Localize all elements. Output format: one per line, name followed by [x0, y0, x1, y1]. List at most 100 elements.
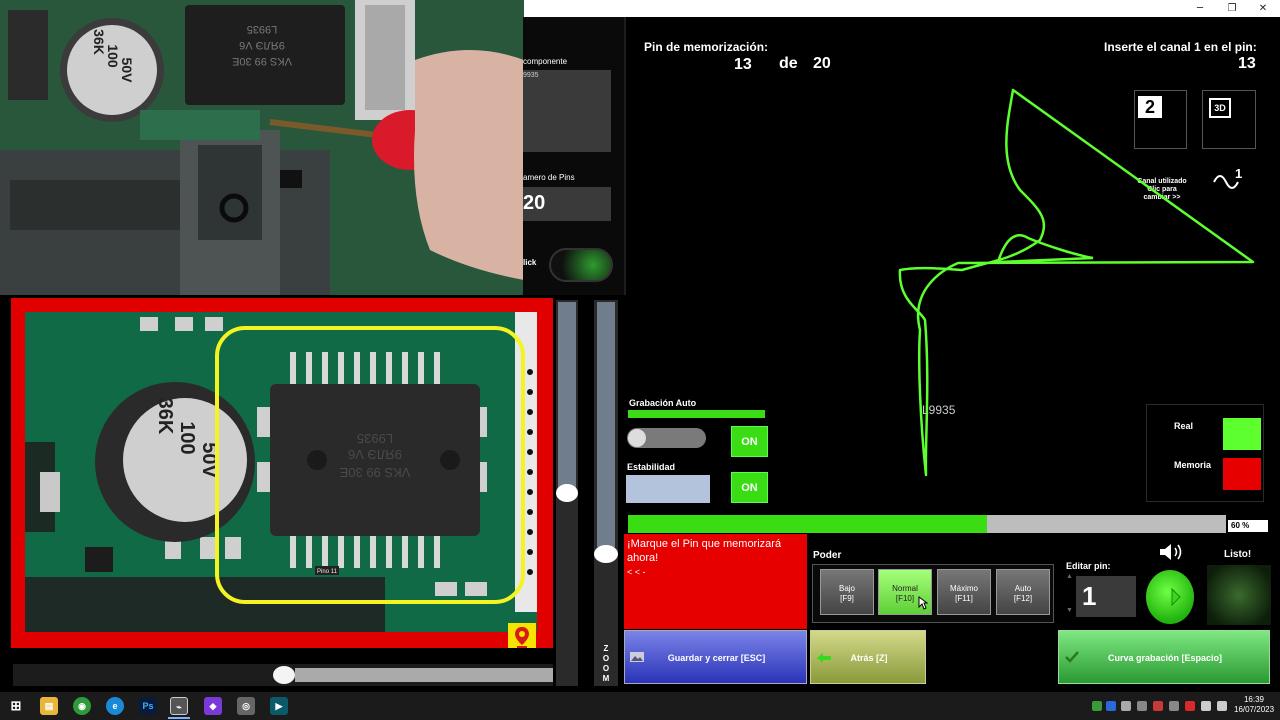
poder-auto-button[interactable]: Auto [F12]	[996, 569, 1050, 615]
insert-pin: 13	[1238, 55, 1256, 72]
poder-bajo-key: [F9]	[840, 594, 854, 603]
real-curve-loop	[996, 234, 1094, 264]
edit-pin-down-icon[interactable]: ▼	[1066, 607, 1074, 615]
legend-real-swatch	[1223, 418, 1261, 450]
app-root: ─ ❐ ✕ 50V 100 36K VKS 99 30E 9ЯЛЭ V6 L99…	[0, 0, 1280, 720]
zoom-slider-fill	[597, 302, 615, 547]
listo-indicator	[1207, 565, 1271, 625]
zoom-slider[interactable]: Z O O M	[594, 300, 618, 686]
pins-field[interactable]: 20	[523, 187, 611, 221]
zoom-letter-2: O	[602, 654, 610, 663]
save-label: Guardar y cerrar [ESC]	[667, 653, 766, 663]
message-box: ¡Marque el Pin que memorizará ahora! < <…	[624, 534, 807, 629]
curve-button[interactable]: Curva grabación [Espacio]	[1058, 630, 1270, 684]
active-app-indicator	[168, 717, 190, 719]
grabacion-slider[interactable]	[627, 428, 706, 448]
microscope-image: 50V 100 36K VKS 99 30E 9ЯЛЭ V6 L9935 Pin…	[25, 312, 537, 632]
wifi-icon[interactable]	[1201, 701, 1211, 711]
cap-text3: 36K	[154, 398, 176, 435]
close-icon[interactable]: ✕	[1248, 0, 1278, 17]
curve-label-button: Curva grabación [Espacio]	[1107, 653, 1223, 663]
cap-text2: 100	[176, 421, 198, 454]
horizontal-scrollbar[interactable]	[13, 664, 553, 686]
edit-pin-label: Editar pin:	[1066, 561, 1111, 571]
scope-app-icon[interactable]: ⌁	[170, 697, 188, 715]
poder-auto-name: Auto	[1014, 584, 1032, 593]
pins-value: 20	[523, 192, 546, 214]
legend-memoria-swatch	[1223, 458, 1261, 490]
photoshop-icon[interactable]: Ps	[139, 697, 157, 715]
microscope-view[interactable]: 50V 100 36K VKS 99 30E 9ЯЛЭ V6 L9935 Pin…	[11, 298, 553, 648]
estabilidad-field[interactable]	[626, 475, 710, 503]
speaker-icon[interactable]	[1158, 541, 1186, 563]
estabilidad-label: Estabilidad	[627, 462, 676, 472]
poder-maximo-button[interactable]: Máximo [F11]	[937, 569, 991, 615]
zoom-letter-1: Z	[603, 644, 609, 653]
tray-icon-2[interactable]	[1106, 701, 1116, 711]
vertical-slider-thumb[interactable]	[556, 484, 578, 502]
play-button[interactable]	[1146, 570, 1194, 624]
chrome-icon[interactable]: ◉	[73, 697, 91, 715]
tray-icon-4[interactable]	[1137, 701, 1147, 711]
tray-icon-6[interactable]	[1169, 701, 1179, 711]
curve-label: L9935	[922, 403, 956, 417]
pin-tag: Pino 11	[317, 569, 338, 575]
tray-icon-1[interactable]	[1092, 701, 1102, 711]
maximize-icon[interactable]: ❐	[1217, 0, 1247, 17]
edit-pin-input[interactable]: 1	[1076, 576, 1136, 617]
location-pin-button[interactable]	[508, 623, 536, 648]
back-label: Atrás [Z]	[850, 653, 888, 663]
edge-icon[interactable]: e	[106, 697, 124, 715]
component-field[interactable]: 9935	[523, 70, 611, 152]
tray-icon-7[interactable]	[1185, 701, 1195, 711]
pin-memo-label: Pin de memorización:	[644, 40, 769, 54]
camera-chip-text1: VKS 99 30E	[232, 55, 292, 67]
poder-maximo-name: Máximo	[949, 584, 978, 593]
grabacion-bar	[628, 410, 765, 418]
clock-time: 16:39	[1243, 695, 1265, 704]
clock[interactable]: 16:39 16/07/2023	[1234, 695, 1274, 715]
file-explorer-icon[interactable]: ▤	[40, 697, 58, 715]
grabacion-toggle[interactable]: ON	[731, 426, 768, 457]
poder-bajo-name: Bajo	[838, 584, 855, 593]
chip-text3: L9935	[357, 431, 393, 446]
horizontal-scroll-thumb[interactable]	[273, 666, 295, 684]
horizontal-scroll-track	[295, 668, 553, 682]
poder-label: Poder	[813, 550, 842, 561]
zoom-letter-4: M	[602, 674, 610, 683]
poder-normal-name: Normal	[892, 584, 918, 593]
de-label: de	[779, 55, 798, 72]
vertical-slider[interactable]	[556, 300, 578, 686]
chip-text1: VKS 99 30E	[339, 465, 410, 480]
minimize-icon[interactable]: ─	[1185, 0, 1215, 17]
poder-group: Bajo [F9] Normal [F10] Máximo [F11] Auto…	[812, 564, 1054, 623]
tray-icon-5[interactable]	[1153, 701, 1163, 711]
grabacion-label: Grabación Auto	[629, 398, 697, 408]
windows-start-icon[interactable]: ⊞	[7, 697, 25, 715]
volume-icon[interactable]	[1217, 701, 1227, 711]
grabacion-slider-knob[interactable]	[628, 429, 646, 447]
edit-pin-up-icon[interactable]: ▲	[1066, 573, 1074, 581]
back-button[interactable]: Atrás [Z]	[810, 630, 926, 684]
message-line2: ahora!	[627, 552, 659, 564]
listo-label: Listo!	[1224, 549, 1252, 560]
click-label: lick	[523, 258, 537, 267]
droplet-app-icon[interactable]: ◆	[204, 697, 222, 715]
insert-label: Inserte el canal 1 en el pin:	[1104, 40, 1257, 54]
poder-bajo-button[interactable]: Bajo [F9]	[820, 569, 874, 615]
minimize-button[interactable]	[523, 0, 553, 17]
camera-cap-text3: 36K	[91, 29, 107, 55]
camera-view: 50V 100 36K VKS 99 30E 9ЯЛЭ V6 L9935	[0, 0, 524, 295]
progress-fill	[628, 515, 987, 533]
component-panel: componente 9935 amero de Pins 20 lick	[523, 17, 625, 295]
component-value: 9935	[523, 72, 539, 79]
estabilidad-toggle[interactable]: ON	[731, 472, 768, 503]
legend-memoria-label: Memoria	[1174, 460, 1212, 470]
tray-icon-3[interactable]	[1121, 701, 1131, 711]
chip-text2: 9ЯЛЭ V6	[348, 447, 402, 462]
save-button[interactable]: Guardar y cerrar [ESC]	[624, 630, 807, 684]
zoom-slider-thumb[interactable]	[594, 545, 618, 563]
camera-app-icon[interactable]: ◎	[237, 697, 255, 715]
click-button[interactable]	[549, 248, 613, 282]
media-app-icon[interactable]: ▶	[270, 697, 288, 715]
